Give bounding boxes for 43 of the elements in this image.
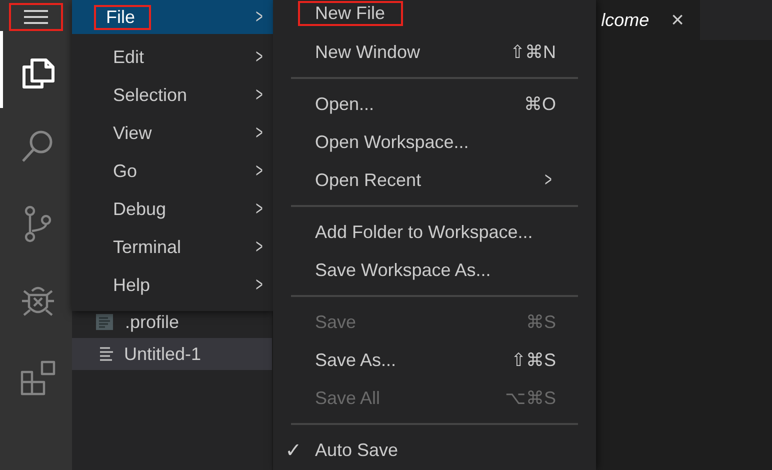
menu-item[interactable]: Selection > bbox=[72, 76, 273, 114]
menu-item[interactable]: Open Workspace... bbox=[273, 123, 596, 161]
shortcut-label: ⌘O bbox=[524, 93, 556, 115]
shortcut-label: ⌘S bbox=[526, 311, 556, 333]
lines-icon bbox=[100, 347, 114, 361]
menu-item[interactable]: ✓ Auto Save bbox=[273, 431, 596, 469]
check-icon: ✓ bbox=[285, 438, 302, 462]
chevron-icon: > bbox=[256, 84, 264, 106]
explorer-file[interactable]: .profile bbox=[72, 306, 272, 338]
shortcut-label: ⌥⌘S bbox=[504, 387, 556, 409]
menu-item[interactable]: Save As... ⇧⌘S bbox=[273, 341, 596, 379]
chevron-icon: > bbox=[256, 160, 264, 182]
menu-item[interactable]: Add Folder to Workspace... bbox=[273, 213, 596, 251]
chevron-icon: > bbox=[256, 198, 264, 220]
menu-item[interactable]: Terminal > bbox=[72, 228, 273, 266]
chevron-icon: > bbox=[256, 46, 264, 68]
chevron-icon: > bbox=[256, 274, 264, 296]
menu-item[interactable]: Debug > bbox=[72, 190, 273, 228]
menu-item[interactable]: Open... ⌘O bbox=[273, 85, 596, 123]
shortcut-label: ⇧⌘N bbox=[510, 41, 556, 63]
menu-item[interactable]: File > bbox=[72, 0, 273, 34]
menu-item[interactable]: Help > bbox=[72, 266, 273, 304]
menu-item[interactable]: Edit > bbox=[72, 38, 273, 76]
menu-item[interactable]: View > bbox=[72, 114, 273, 152]
chevron-icon: > bbox=[256, 122, 264, 144]
menu-icon bbox=[24, 10, 48, 24]
menu-item[interactable]: Open Recent > bbox=[273, 161, 596, 199]
close-button[interactable]: × bbox=[671, 7, 684, 33]
extensions-icon bbox=[20, 360, 56, 396]
menu-item[interactable]: Save Workspace As... bbox=[273, 251, 596, 289]
explorer-file[interactable]: Untitled-1 bbox=[72, 338, 272, 370]
chevron-icon: > bbox=[256, 236, 264, 258]
file-name: Untitled-1 bbox=[124, 344, 202, 364]
chevron-icon: > bbox=[256, 6, 264, 28]
shortcut-label: ⇧⌘S bbox=[510, 349, 556, 371]
document-icon bbox=[96, 314, 113, 330]
menu-button[interactable] bbox=[9, 3, 63, 31]
menu-item[interactable]: New Window ⇧⌘N bbox=[273, 33, 596, 71]
tab-label: lcome bbox=[601, 10, 650, 30]
file-name: .profile bbox=[125, 312, 180, 332]
chevron-icon: > bbox=[544, 168, 554, 192]
menu-item[interactable]: New File bbox=[273, 1, 596, 33]
menu-item[interactable]: Go > bbox=[72, 152, 273, 190]
